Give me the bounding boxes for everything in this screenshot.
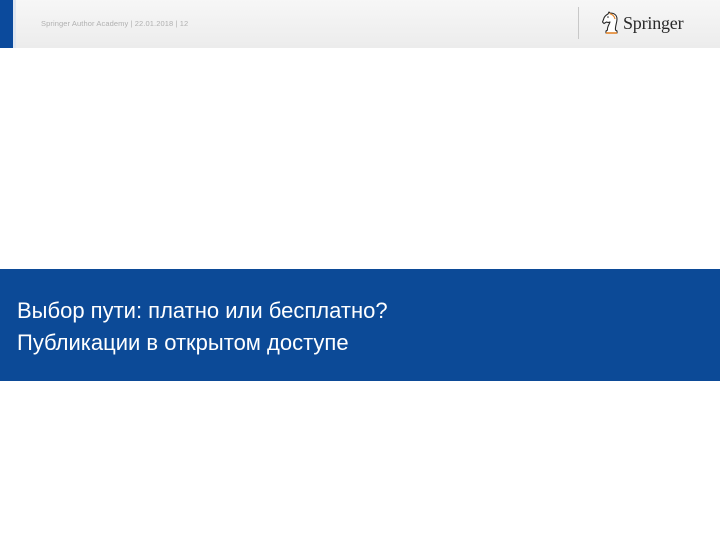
header-divider xyxy=(578,7,579,39)
header-accent-line xyxy=(13,0,16,48)
slide-title: Выбор пути: платно или бесплатно? Публик… xyxy=(17,295,388,359)
footer-info-text: Springer Author Academy | 22.01.2018 | 1… xyxy=(41,19,189,28)
title-line-1: Выбор пути: платно или бесплатно? xyxy=(17,298,388,323)
chess-knight-icon xyxy=(601,11,618,34)
logo-wordmark: Springer xyxy=(623,12,684,33)
title-line-2: Публикации в открытом доступе xyxy=(17,330,349,355)
header-accent-bar xyxy=(0,0,13,48)
header-bar: Springer Author Academy | 22.01.2018 | 1… xyxy=(0,0,720,48)
title-band: Выбор пути: платно или бесплатно? Публик… xyxy=(0,269,720,381)
springer-logo: Springer xyxy=(600,10,684,36)
slide: Springer Author Academy | 22.01.2018 | 1… xyxy=(0,0,720,540)
